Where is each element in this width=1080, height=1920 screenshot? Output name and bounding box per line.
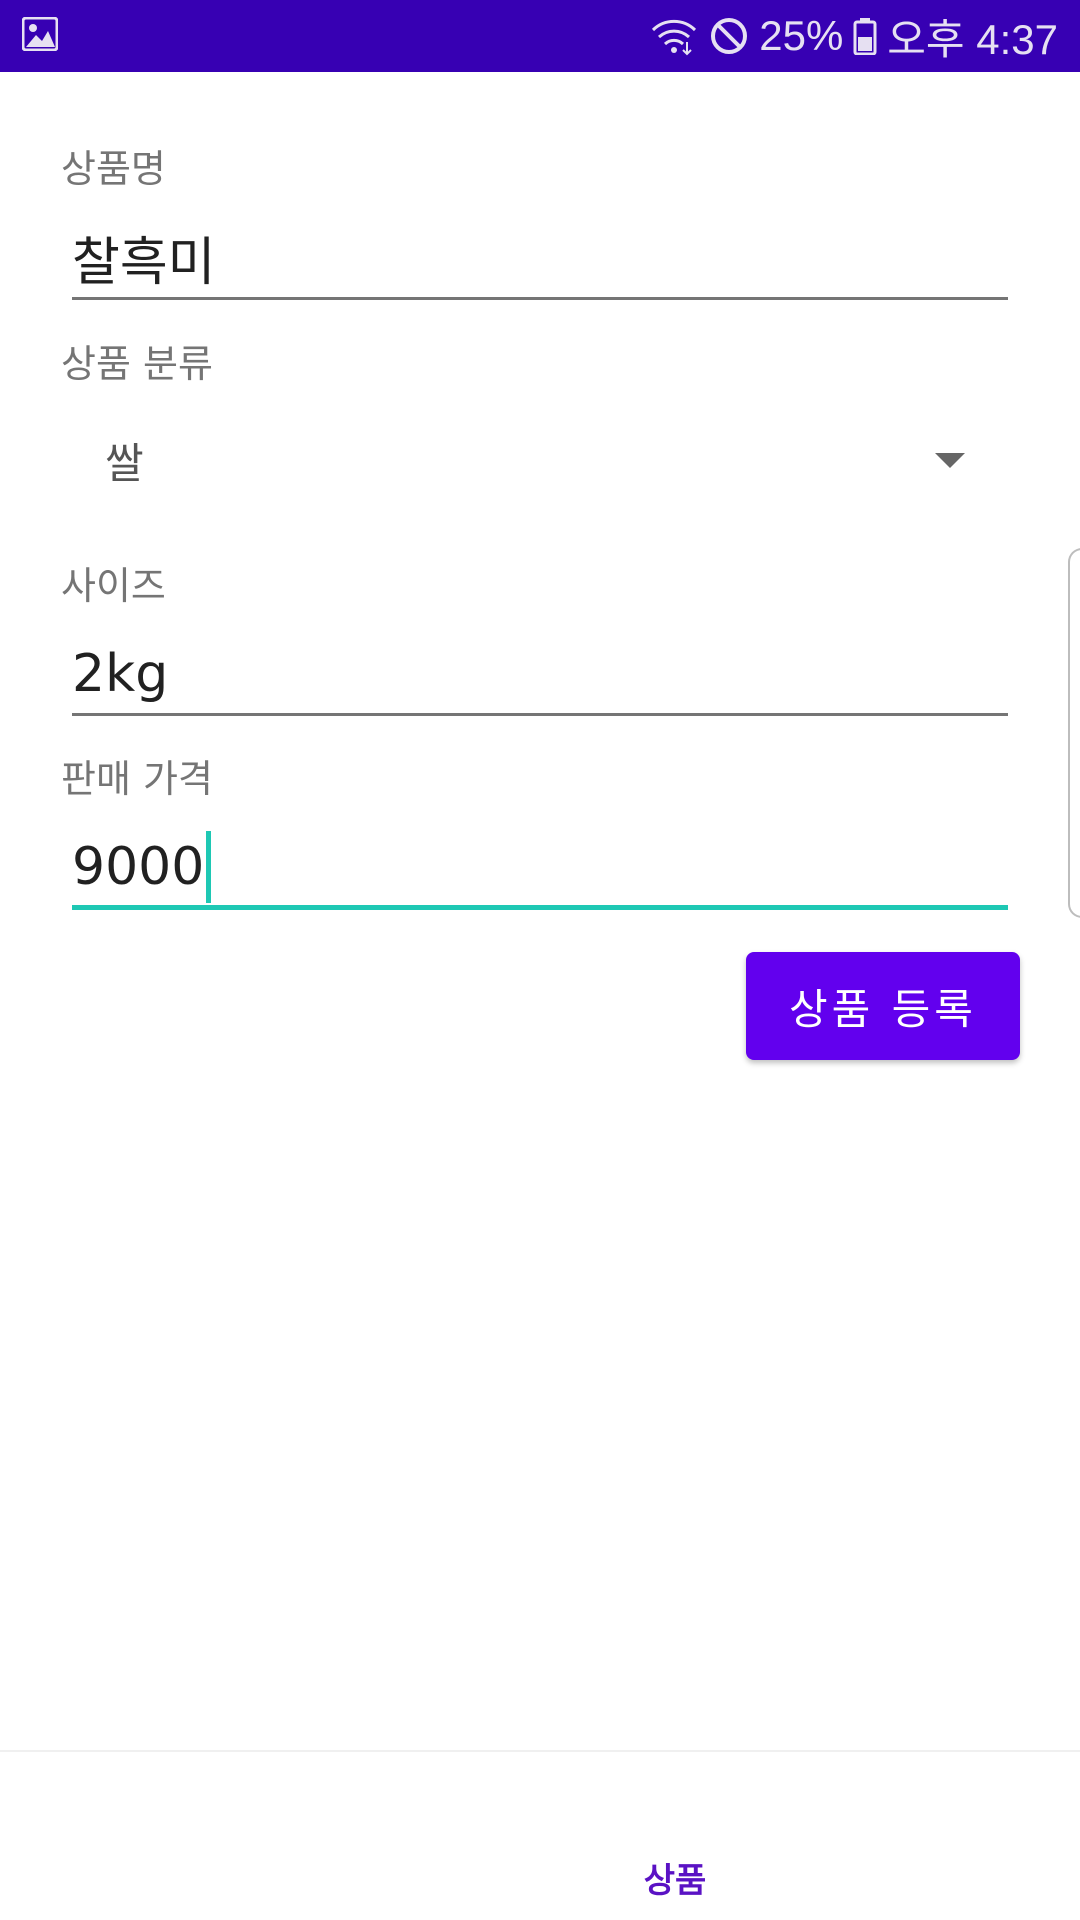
nav-item-products[interactable]: 상품 bbox=[600, 1852, 750, 1902]
price-input[interactable]: 9000 bbox=[72, 828, 1008, 910]
status-bar: 25% 오후 4:37 bbox=[0, 0, 1080, 72]
edge-panel-handle[interactable] bbox=[1068, 548, 1080, 918]
size-value: 2kg bbox=[72, 643, 169, 704]
price-label: 판매 가격 bbox=[61, 757, 213, 801]
category-label: 상품 분류 bbox=[61, 342, 213, 386]
battery-icon bbox=[853, 17, 877, 55]
image-icon bbox=[21, 16, 59, 55]
clock: 오후 4:37 bbox=[887, 15, 1058, 63]
battery-percent: 25% bbox=[759, 12, 844, 59]
register-product-button[interactable]: 상품 등록 bbox=[746, 952, 1020, 1060]
wifi-icon bbox=[649, 16, 699, 56]
do-not-disturb-icon bbox=[709, 16, 749, 56]
product-name-value: 찰흑미 bbox=[72, 233, 216, 293]
category-spinner[interactable]: 쌀 bbox=[61, 420, 981, 500]
bottom-navigation: 상품 bbox=[0, 1750, 1080, 1920]
product-name-input[interactable]: 찰흑미 bbox=[72, 218, 1008, 300]
product-name-label: 상품명 bbox=[61, 147, 166, 191]
text-cursor bbox=[206, 830, 212, 903]
size-label: 사이즈 bbox=[61, 564, 166, 608]
status-left bbox=[21, 16, 59, 55]
size-input[interactable]: 2kg bbox=[72, 634, 1008, 716]
price-value: 9000 bbox=[72, 836, 205, 897]
category-value: 쌀 bbox=[105, 438, 144, 488]
status-right: 25% 오후 4:37 bbox=[649, 6, 1058, 67]
dropdown-arrow-icon bbox=[935, 452, 965, 468]
